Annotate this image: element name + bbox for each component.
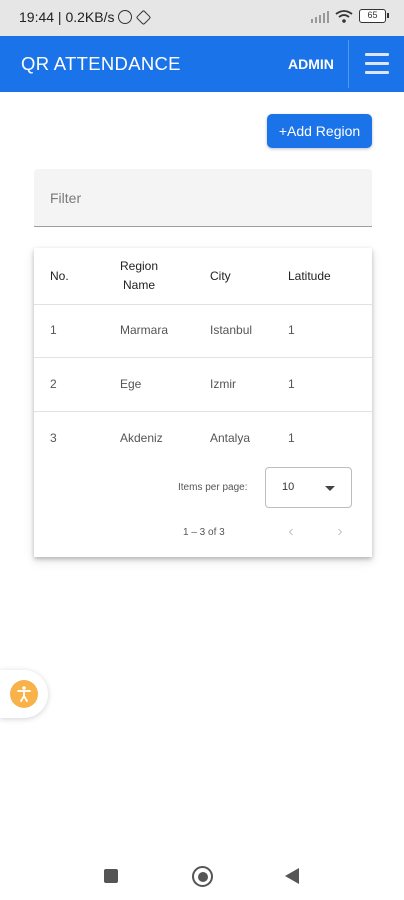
status-time-speed: 19:44 | 0.2KB/s [19, 9, 115, 25]
app-title: QR ATTENDANCE [21, 53, 181, 74]
regions-table: No. Region Name City Latitude 1 Marmara … [34, 248, 372, 557]
battery-icon: 65 [359, 9, 389, 23]
table-row[interactable]: 3 Akdeniz Antalya 1 [34, 413, 372, 466]
status-left: 19:44 | 0.2KB/s [19, 9, 152, 25]
page-size-value: 10 [282, 481, 295, 493]
home-icon[interactable] [192, 866, 213, 887]
admin-link[interactable]: ADMIN [288, 56, 334, 72]
cell-latitude: 1 [288, 431, 295, 445]
alarm-icon [118, 10, 133, 24]
add-region-button[interactable]: +Add Region [267, 114, 372, 148]
header-no[interactable]: No. [50, 267, 69, 286]
cell-city: Izmir [210, 377, 236, 391]
cell-no: 1 [50, 323, 57, 337]
wifi-icon [335, 9, 353, 23]
chevron-right-icon[interactable]: › [330, 521, 350, 543]
back-icon[interactable] [285, 868, 299, 884]
notification-icon [136, 9, 152, 25]
header-city[interactable]: City [210, 267, 231, 286]
cell-latitude: 1 [288, 377, 295, 391]
table-row[interactable]: 2 Ege Izmir 1 [34, 359, 372, 412]
system-nav-bar [0, 856, 404, 900]
page-size-select[interactable]: 10 [265, 467, 352, 508]
chevron-left-icon[interactable]: ‹ [281, 521, 301, 543]
recents-icon[interactable] [104, 869, 118, 883]
accessibility-icon[interactable] [10, 680, 38, 708]
cell-latitude: 1 [288, 323, 295, 337]
cell-region: Marmara [120, 323, 169, 337]
cell-region: Ege [120, 377, 142, 391]
cell-no: 3 [50, 431, 57, 445]
filter-input[interactable] [34, 169, 372, 226]
table-row[interactable]: 1 Marmara Istanbul 1 [34, 305, 372, 358]
accessibility-tab [0, 670, 48, 718]
signal-icon [310, 10, 329, 23]
range-label: 1 – 3 of 3 [183, 527, 225, 538]
items-per-page-label: Items per page: [178, 482, 248, 493]
cell-region: Akdeniz [120, 431, 163, 445]
hamburger-menu-icon[interactable] [348, 40, 404, 88]
status-bar: 19:44 | 0.2KB/s 65 [0, 0, 404, 36]
header-region-line2[interactable]: Name [123, 276, 155, 295]
table-header: No. Region Name City Latitude [34, 248, 372, 305]
cell-city: Istanbul [210, 323, 253, 337]
app-bar: QR ATTENDANCE ADMIN [0, 36, 404, 92]
filter-field [34, 169, 372, 227]
cell-city: Antalya [210, 431, 251, 445]
dropdown-arrow-icon [325, 486, 335, 491]
header-latitude[interactable]: Latitude [288, 267, 331, 286]
status-right: 65 [310, 9, 389, 23]
cell-no: 2 [50, 377, 57, 391]
header-region-line1[interactable]: Region [120, 257, 158, 276]
